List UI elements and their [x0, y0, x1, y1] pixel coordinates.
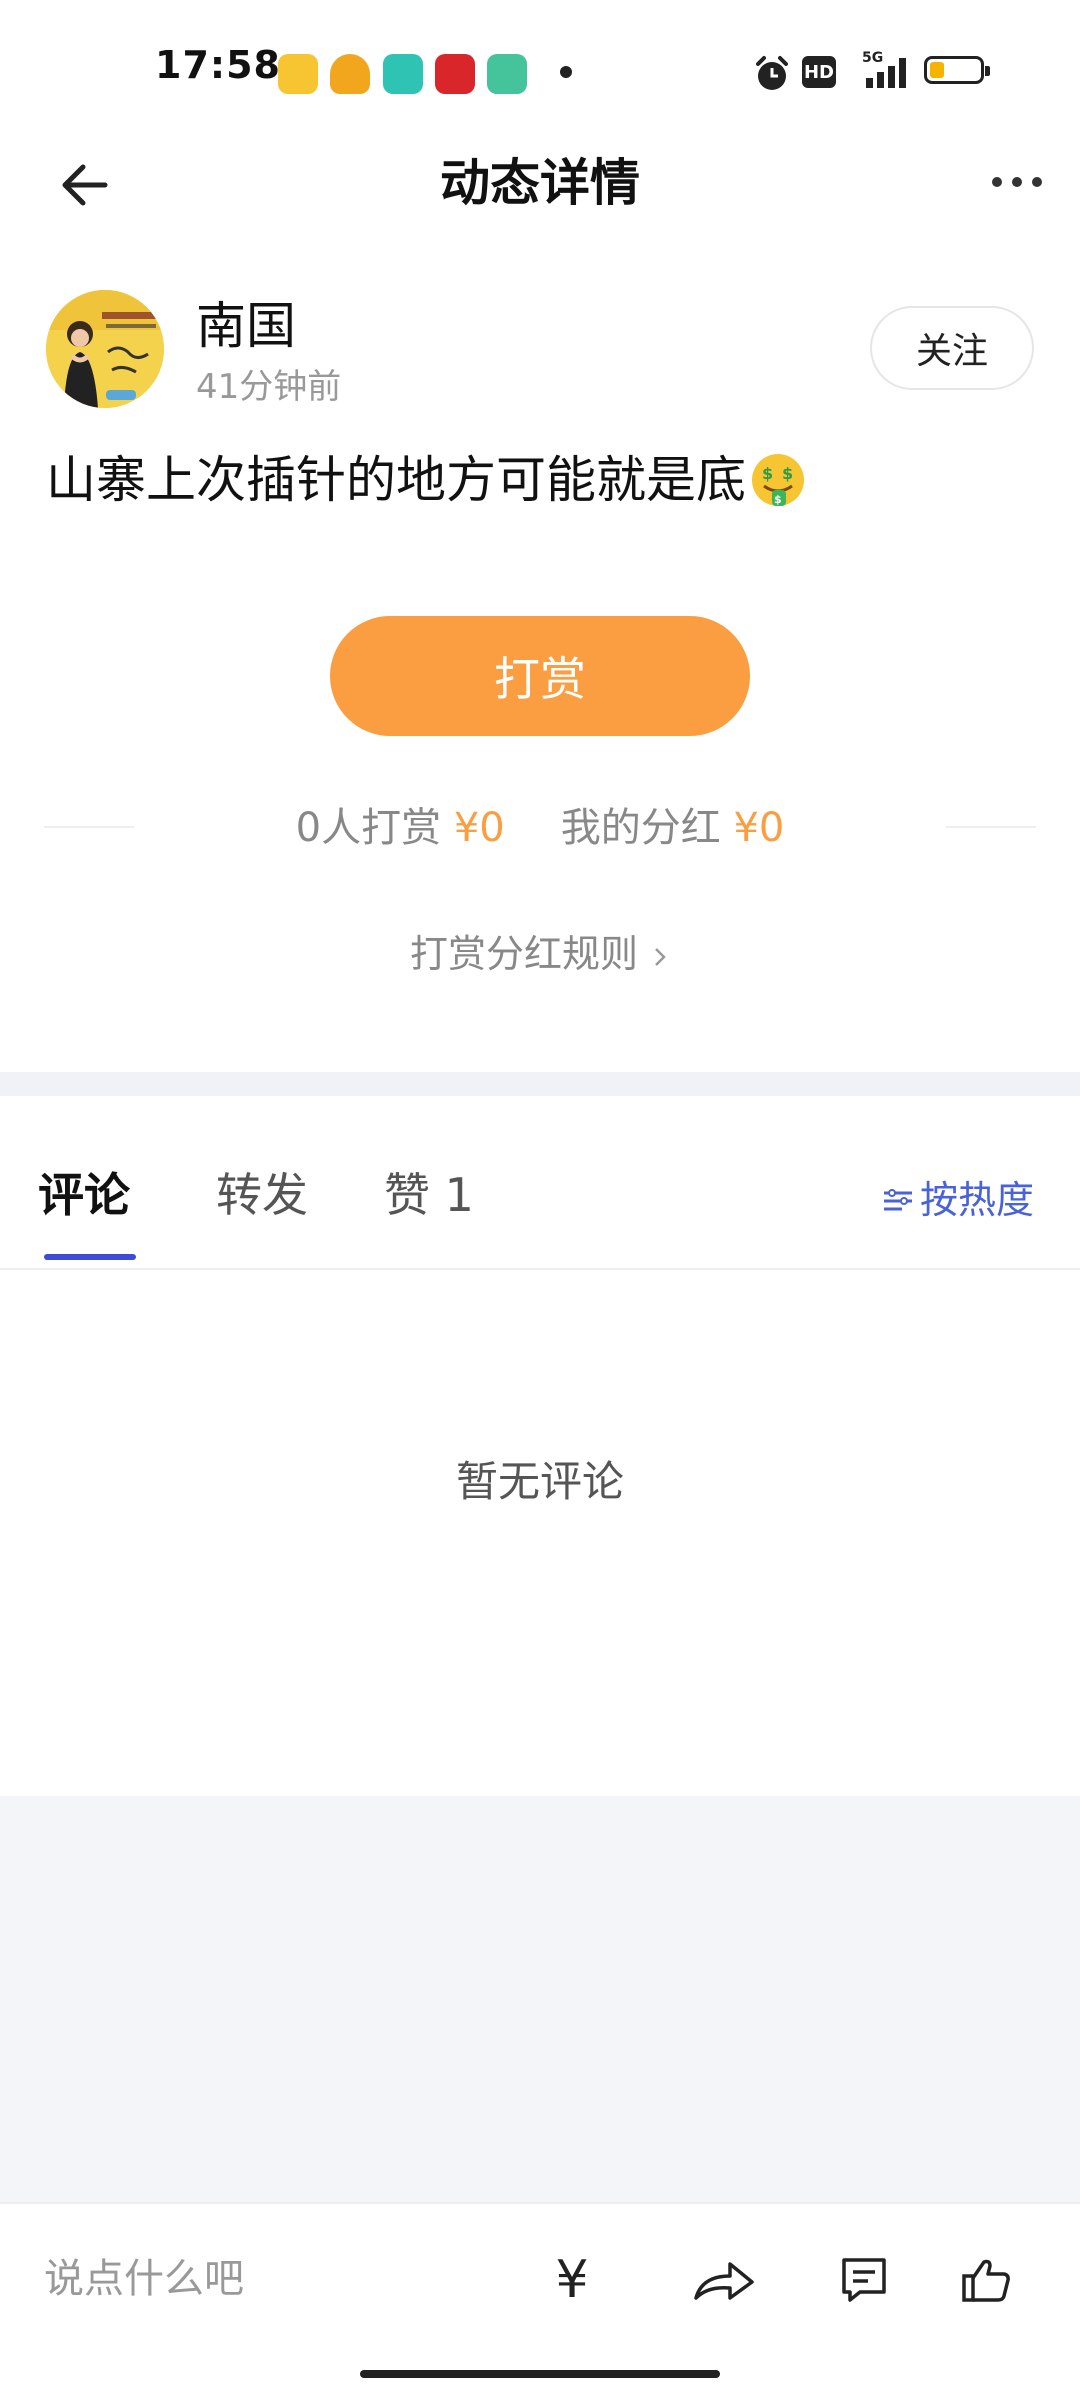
- sort-by-hot-button[interactable]: 按热度: [882, 1172, 1034, 1228]
- app-notification-icon: [487, 54, 527, 94]
- alarm-icon: [756, 56, 788, 90]
- reward-count-amount: ¥0: [453, 805, 505, 851]
- app-notification-icon: [435, 54, 475, 94]
- active-tab-indicator: [44, 1254, 136, 1260]
- dividend-amount: ¥0: [733, 805, 785, 851]
- home-indicator[interactable]: [360, 2370, 720, 2378]
- money-mouth-face-icon: $ $ $: [752, 454, 804, 506]
- section-divider: [0, 1072, 1080, 1096]
- yen-icon: ¥: [555, 2250, 589, 2310]
- battery-icon: [924, 56, 990, 84]
- page-title: 动态详情: [440, 154, 640, 212]
- thumbs-up-icon: [962, 2259, 1010, 2302]
- empty-area: [0, 1796, 1080, 2202]
- avatar-image: [46, 290, 164, 408]
- author-name[interactable]: 南国: [196, 294, 296, 358]
- more-options-button[interactable]: [972, 152, 1062, 212]
- avatar[interactable]: [46, 290, 164, 408]
- post-timestamp: 41分钟前: [196, 367, 342, 407]
- empty-comments-message: 暂无评论: [455, 1457, 624, 1506]
- share-icon: [694, 2262, 754, 2300]
- status-time: 17:58: [155, 43, 281, 87]
- svg-text:$: $: [782, 464, 793, 483]
- reward-yen-button[interactable]: ¥: [534, 2242, 610, 2318]
- comment-button[interactable]: [826, 2242, 902, 2318]
- reward-rules-label: 打赏分红规则: [409, 932, 638, 976]
- post-content: 山寨上次插针的地方可能就是底 $ $ $: [46, 440, 806, 520]
- reward-count-label: 0人打赏: [295, 805, 442, 851]
- reward-button[interactable]: 打赏: [330, 616, 750, 736]
- comment-input[interactable]: [44, 2246, 464, 2312]
- tab-likes[interactable]: 赞 1: [384, 1160, 474, 1230]
- comment-icon: [842, 2258, 886, 2302]
- follow-button[interactable]: 关注: [870, 306, 1034, 390]
- app-notification-icon: [278, 54, 318, 94]
- network-label: 5G: [862, 50, 883, 66]
- divider: [0, 1268, 1080, 1270]
- dividend-label: 我的分红: [560, 805, 721, 851]
- chevron-right-icon: [655, 947, 666, 966]
- hd-badge: HD: [802, 56, 836, 88]
- reward-rules-link[interactable]: 打赏分红规则: [0, 926, 1080, 982]
- app-notification-icon: [330, 54, 370, 94]
- sort-label: 按热度: [920, 1178, 1035, 1222]
- dividend-stat: 我的分红 ¥0: [561, 798, 785, 858]
- more-dot-icon: [992, 177, 1002, 187]
- app-notification-icon: [383, 54, 423, 94]
- sort-filter-icon: [884, 1189, 912, 1211]
- share-button[interactable]: [686, 2242, 762, 2318]
- reward-count: 0人打赏 ¥0: [296, 798, 505, 858]
- battery-level: [930, 62, 944, 78]
- like-button[interactable]: [948, 2242, 1024, 2318]
- signal-icon: 5G: [862, 50, 906, 88]
- post-text: 山寨上次插针的地方可能就是底: [46, 451, 746, 509]
- tab-comments[interactable]: 评论: [38, 1160, 130, 1230]
- more-dot-icon: [1012, 177, 1022, 187]
- svg-text:$: $: [762, 464, 773, 483]
- reward-stats: 0人打赏 ¥0 我的分红 ¥0: [0, 798, 1080, 858]
- tab-reposts[interactable]: 转发: [216, 1160, 308, 1230]
- svg-text:$: $: [774, 493, 782, 506]
- more-dot-icon: [1032, 177, 1042, 187]
- more-notifications-dot: [560, 66, 572, 78]
